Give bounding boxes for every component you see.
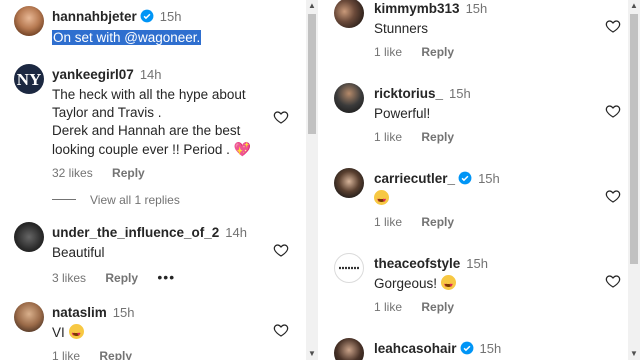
avatar[interactable] <box>334 168 364 198</box>
heart-outline-icon[interactable] <box>605 273 621 289</box>
post-caption-text: On set with @wagoneer. <box>52 30 202 45</box>
heart-outline-icon[interactable] <box>605 18 621 34</box>
avatar[interactable] <box>14 302 44 332</box>
comment-time: 15h <box>449 86 471 101</box>
avatar[interactable]: NY <box>14 64 44 94</box>
svg-text:NY: NY <box>17 70 42 89</box>
comment-username[interactable]: under_the_influence_of_2 <box>52 225 219 240</box>
comment-username[interactable]: kimmymb313 <box>374 1 460 16</box>
comment-text: Stunners <box>374 21 429 36</box>
scroll-up-arrow-icon[interactable]: ▲ <box>306 0 318 12</box>
reply-button[interactable]: Reply <box>421 45 454 59</box>
comment-text: The heck with all the hype about Taylor … <box>52 87 252 157</box>
likes-count[interactable]: 1 like <box>374 45 402 59</box>
comment-username[interactable]: ricktorius_ <box>374 86 443 101</box>
heart-outline-icon[interactable] <box>273 109 289 125</box>
comment-time: 15h <box>478 171 500 186</box>
heart-outline-icon[interactable] <box>273 242 289 258</box>
scroll-down-arrow-icon[interactable]: ▼ <box>628 348 640 360</box>
reply-button[interactable]: Reply <box>421 215 454 229</box>
view-replies-button[interactable]: View all 1 replies <box>52 193 180 207</box>
ny-logo-icon: NY <box>17 70 42 89</box>
post-username[interactable]: hannahbjeter <box>52 9 137 24</box>
comment-time: 15h <box>112 305 135 320</box>
avatar[interactable] <box>14 6 44 36</box>
reply-button[interactable]: Reply <box>105 271 138 285</box>
avatar[interactable] <box>14 222 44 252</box>
comment-text: Beautiful <box>52 245 105 260</box>
avatar[interactable] <box>334 253 364 283</box>
comment-meta: 1 like Reply <box>374 300 604 314</box>
comment-meta: 3 likes Reply ••• <box>52 269 282 285</box>
avatar[interactable] <box>334 0 364 28</box>
post-time: 15h <box>159 9 182 24</box>
likes-count[interactable]: 3 likes <box>52 271 86 285</box>
comment-meta: 1 like Reply <box>374 45 604 59</box>
likes-count[interactable]: 1 like <box>374 130 402 144</box>
heart-eyes-emoji-icon <box>68 324 84 344</box>
comment-username[interactable]: yankeegirl07 <box>52 67 134 82</box>
brand-logo-icon <box>339 266 359 270</box>
comment-text: Gorgeous! <box>374 275 604 295</box>
scroll-up-arrow-icon[interactable]: ▲ <box>628 0 640 12</box>
divider <box>52 199 76 200</box>
reply-button[interactable]: Reply <box>421 130 454 144</box>
heart-outline-icon[interactable] <box>605 103 621 119</box>
comment-username[interactable]: theaceofstyle <box>374 256 460 271</box>
scroll-down-arrow-icon[interactable]: ▼ <box>306 348 318 360</box>
comment-time: 15h <box>479 341 502 356</box>
scrollbar-thumb[interactable] <box>630 14 638 264</box>
comments-panel-right: kimmymb313 15h Stunners 1 like Reply rick… <box>320 0 640 360</box>
scrollbar-right[interactable]: ▲ ▼ <box>628 0 640 360</box>
comment-username[interactable]: nataslim <box>52 305 107 320</box>
heart-outline-icon[interactable] <box>605 188 621 204</box>
comment-meta: 1 like Reply <box>374 215 604 229</box>
comment-text: Powerful! <box>374 106 431 121</box>
comment-text <box>374 190 604 210</box>
scrollbar-thumb[interactable] <box>308 14 316 134</box>
heart-eyes-emoji-icon <box>440 275 456 295</box>
comment-time: 14h <box>225 225 247 240</box>
comment-time: 15h <box>466 256 488 271</box>
comment-text: VI <box>52 324 282 344</box>
reply-button[interactable]: Reply <box>421 300 454 314</box>
heart-emoji-icon: 💖 <box>233 141 252 157</box>
likes-count[interactable]: 1 like <box>52 349 80 360</box>
scrollbar-left[interactable]: ▲ ▼ <box>306 0 318 360</box>
comment-meta: 1 like Reply <box>374 130 604 144</box>
comment-time: 14h <box>139 67 162 82</box>
verified-badge-icon <box>460 341 473 355</box>
verified-badge-icon <box>458 171 472 185</box>
heart-outline-icon[interactable] <box>273 322 289 338</box>
comments-panel-left: hannahbjeter 15h On set with @wagoneer. N… <box>0 0 306 360</box>
comment-username[interactable]: leahcasohair <box>374 341 457 356</box>
more-options-button[interactable]: ••• <box>157 269 175 285</box>
comment-meta: 32 likes Reply <box>52 166 262 180</box>
likes-count[interactable]: 1 like <box>374 300 402 314</box>
comment-username[interactable]: carriecutler_ <box>374 171 455 186</box>
reply-button[interactable]: Reply <box>99 349 132 360</box>
likes-count[interactable]: 1 like <box>374 215 402 229</box>
comment-time: 15h <box>465 1 488 16</box>
reply-button[interactable]: Reply <box>112 166 145 180</box>
avatar[interactable] <box>334 83 364 113</box>
heart-eyes-emoji-icon <box>374 190 389 210</box>
verified-badge-icon <box>140 9 154 23</box>
avatar[interactable] <box>334 338 364 360</box>
likes-count[interactable]: 32 likes <box>52 166 93 180</box>
comment-meta: 1 like Reply <box>52 349 282 360</box>
